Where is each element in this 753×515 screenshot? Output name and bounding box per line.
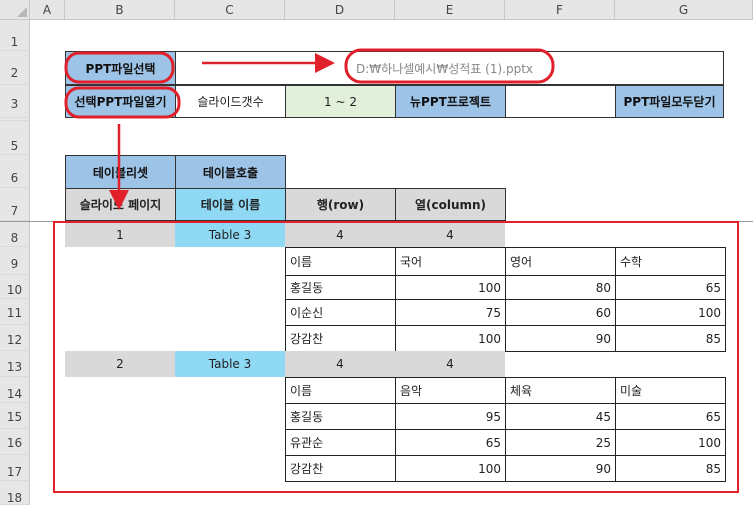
highlight-select-button [64,51,175,84]
highlight-open-button [64,86,181,119]
annotation-overlay [53,48,739,493]
highlight-file-path [344,48,555,84]
highlight-results-area [53,221,739,493]
